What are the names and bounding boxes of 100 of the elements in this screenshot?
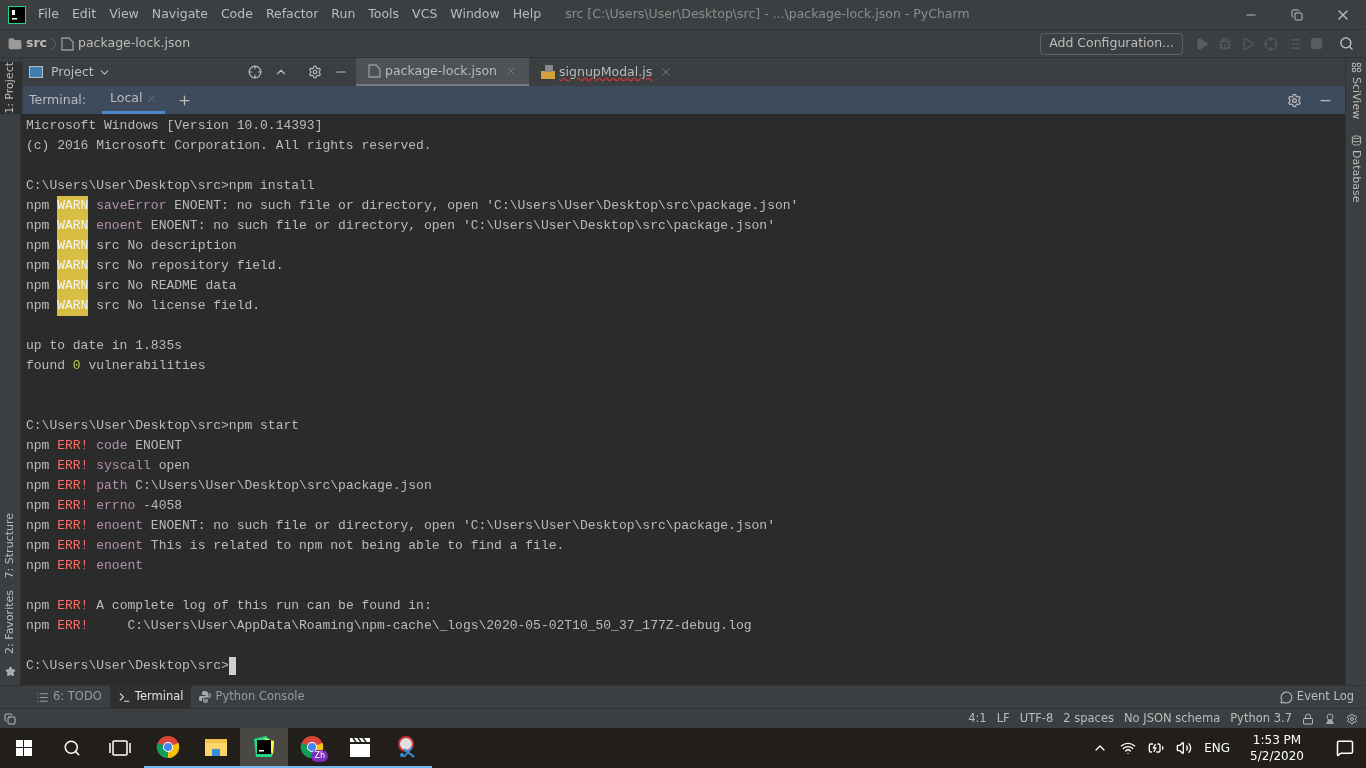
wifi-icon[interactable] (1120, 740, 1137, 756)
menu-item[interactable]: View (109, 5, 139, 24)
tab-label: package-lock.json (385, 61, 498, 80)
terminal-text: enoent (95, 217, 144, 235)
battery-icon[interactable] (1148, 740, 1165, 756)
status-item[interactable]: UTF-8 (1019, 709, 1054, 728)
database-icon (1350, 135, 1362, 147)
error-label: ERR! (57, 557, 89, 575)
search-icon[interactable] (63, 739, 81, 757)
terminal-text: vulnerabilities (87, 357, 206, 375)
notifications-icon[interactable] (1336, 739, 1354, 757)
terminal-text: syscall (95, 457, 151, 475)
terminal-text: ENOENT: no such file or directory, open 'C:\Users\User\Desktop\src\package.json' (173, 197, 799, 215)
terminal-icon (117, 690, 131, 704)
list-icon (36, 690, 49, 704)
terminal-text: npm (26, 437, 51, 455)
locate-icon[interactable] (248, 65, 262, 79)
terminal-text: npm (26, 277, 51, 295)
event-log-icon (1279, 690, 1293, 704)
tool-window-button[interactable]: Terminal (109, 686, 192, 708)
error-label: ERR! (57, 517, 89, 535)
error-label: ERR! (57, 457, 89, 475)
restore-icon[interactable] (1291, 8, 1303, 21)
tool-windows-icon[interactable] (4, 712, 16, 725)
terminal-text: src No license field. (95, 297, 261, 315)
pycharm-icon[interactable] (240, 728, 288, 768)
terminal-text: A complete log of this run can be found in: (95, 597, 432, 615)
menu-item[interactable]: Tools (368, 5, 400, 24)
terminal-text: npm (26, 257, 51, 275)
editor-tab[interactable]: package-lock.json (356, 58, 530, 86)
menu-item[interactable]: Run (331, 5, 356, 24)
tool-window-tab[interactable]: SciView (1347, 77, 1365, 120)
status-item[interactable]: LF (996, 709, 1010, 728)
json-file-icon (61, 36, 74, 51)
terminal-text: up to date in 1.835s (26, 337, 183, 355)
lock-icon[interactable] (1302, 712, 1314, 725)
terminal-text: found (26, 357, 66, 375)
status-item[interactable]: 2 spaces (1063, 709, 1114, 728)
error-label: ERR! (57, 597, 89, 615)
task-view-icon[interactable] (109, 740, 131, 756)
breadcrumb-item[interactable]: package-lock.json (78, 34, 191, 53)
menu-item[interactable]: Code (220, 5, 253, 24)
add-configuration-button[interactable]: Add Configuration... (1040, 32, 1183, 55)
profile-badge: Zh (311, 750, 328, 762)
menu-item[interactable]: File (38, 5, 59, 24)
tool-window-button[interactable]: 6: TODO (28, 686, 110, 708)
event-log-button[interactable]: Event Log (1296, 688, 1354, 706)
js-file-icon (541, 65, 556, 79)
settings-icon[interactable] (308, 65, 322, 79)
menu-item[interactable]: Window (450, 5, 500, 24)
window-title: src [C:\Users\User\Desktop\src] - ...\package-lock.json - PyCharm (565, 5, 970, 24)
status-item[interactable]: 4:1 (968, 709, 987, 728)
tool-window-tab[interactable]: Database (1347, 150, 1365, 203)
breadcrumb-item[interactable]: src (26, 34, 47, 53)
terminal-text: code (95, 437, 128, 455)
warn-label: WARN (57, 256, 89, 276)
tab-label: signupModal.js (559, 62, 653, 81)
error-label: ERR! (57, 537, 89, 555)
menu-item[interactable]: Help (512, 5, 542, 24)
status-item[interactable]: No JSON schema (1123, 709, 1221, 728)
menu-item[interactable]: Navigate (151, 5, 208, 24)
folder-icon (8, 36, 22, 51)
terminal-text: Microsoft Windows [Version 10.0.14393] (26, 117, 323, 135)
terminal-text: npm (26, 297, 51, 315)
project-panel-icon (29, 66, 43, 78)
volume-icon[interactable] (1176, 740, 1193, 756)
menu-item[interactable]: Refactor (265, 5, 319, 24)
terminal-text: npm (26, 517, 51, 535)
terminal-text: (c) 2016 Microsoft Corporation. All rights reserved. (26, 137, 432, 155)
terminal-text: npm (26, 457, 51, 475)
tool-window-button[interactable]: Python Console (191, 686, 313, 708)
project-panel-title[interactable]: Project (51, 62, 94, 82)
tool-window-tab[interactable]: 7: Structure (1, 512, 19, 579)
editor-tab[interactable]: signupModal.js (529, 58, 685, 86)
status-item[interactable]: Python 3.7 (1230, 709, 1292, 728)
terminal-text: npm (26, 557, 51, 575)
terminal-title: Terminal: (29, 90, 87, 109)
terminal-text: enoent (95, 537, 144, 555)
menu-item[interactable]: VCS (412, 5, 438, 24)
clock[interactable]: 1:53 PM 5/2/2020 (1242, 732, 1312, 764)
language-indicator[interactable]: ENG (1204, 739, 1231, 757)
grid-icon (1350, 62, 1362, 73)
warn-label: WARN (57, 196, 89, 216)
settings-icon[interactable] (1287, 92, 1302, 108)
error-label: ERR! (57, 617, 89, 635)
taskbar-button[interactable]: Zh (288, 728, 336, 768)
settings-icon[interactable] (1346, 712, 1358, 725)
json-file-icon (368, 64, 381, 78)
terminal-text: npm (26, 197, 51, 215)
search-icon[interactable] (1339, 36, 1354, 51)
menu-item[interactable]: Edit (71, 5, 97, 24)
terminal-text: C:\Users\User\Desktop\src\package.json (134, 477, 432, 495)
tool-window-tab[interactable]: 2: Favorites (1, 590, 19, 654)
project-tool-tab[interactable]: 1: Project (0, 62, 23, 114)
warn-label: WARN (57, 296, 89, 316)
terminal-text: enoent (95, 557, 144, 575)
error-label: ERR! (57, 477, 89, 495)
new-tab-icon[interactable] (177, 92, 193, 108)
terminal-text: npm (26, 537, 51, 555)
terminal-text: -4058 (142, 497, 183, 515)
